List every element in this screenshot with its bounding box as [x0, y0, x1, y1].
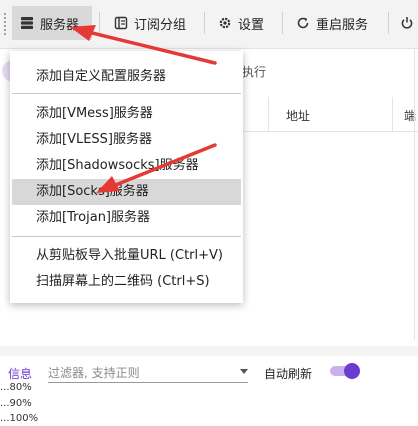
toolbar-grip[interactable]	[3, 12, 7, 36]
subscription-icon	[114, 16, 128, 30]
column-header-address[interactable]: 地址	[286, 107, 310, 124]
log-line: ...80%	[0, 382, 32, 393]
menu-item-add-custom-server[interactable]: 添加自定义配置服务器	[12, 64, 241, 90]
servers-label: 服务器	[40, 17, 80, 33]
restart-service-button[interactable]: 重启服务	[288, 6, 384, 40]
log-line: ...90%	[0, 398, 32, 409]
menu-item-add-shadowsocks[interactable]: 添加[Shadowsocks]服务器	[12, 153, 241, 179]
servers-dropdown-menu: 添加自定义配置服务器 添加[VMess]服务器 添加[VLESS]服务器 添加[…	[10, 51, 243, 303]
menu-item-import-clipboard[interactable]: 从剪贴板导入批量URL (Ctrl+V)	[12, 243, 241, 269]
column-divider[interactable]	[268, 97, 269, 131]
settings-label: 设置	[238, 17, 265, 33]
toolbar: 服务器 订阅分组 设置 重启服务	[0, 0, 418, 49]
auto-refresh-toggle[interactable]	[330, 363, 360, 379]
power-icon	[401, 17, 413, 29]
toolbar-separator	[388, 12, 389, 34]
menu-item-add-socks[interactable]: 添加[Socks]服务器	[12, 179, 241, 205]
menu-separator	[12, 93, 241, 94]
log-line: ...100%	[0, 413, 39, 424]
menu-item-add-vless[interactable]: 添加[VLESS]服务器	[12, 127, 241, 153]
settings-button[interactable]: 设置	[210, 6, 276, 40]
toolbar-separator	[282, 12, 283, 34]
toggle-knob	[344, 363, 360, 379]
info-tab[interactable]: 信息	[8, 365, 32, 382]
refresh-icon	[297, 17, 309, 29]
overflow-icon-button[interactable]	[396, 6, 418, 40]
toolbar-separator	[204, 12, 205, 34]
subscription-label: 订阅分组	[134, 17, 187, 33]
filter-input[interactable]	[48, 363, 228, 383]
auto-refresh-label: 自动刷新	[264, 367, 313, 381]
menu-item-add-vmess[interactable]: 添加[VMess]服务器	[12, 101, 241, 127]
subscription-button[interactable]: 订阅分组	[106, 6, 198, 40]
servers-button[interactable]: 服务器	[12, 6, 92, 40]
panel-splitter[interactable]	[0, 346, 418, 356]
panel-border	[414, 48, 415, 340]
chevron-down-icon[interactable]	[240, 369, 248, 374]
menu-separator	[12, 236, 241, 237]
column-divider[interactable]	[392, 97, 393, 131]
menu-item-scan-qr[interactable]: 扫描屏幕上的二维码 (Ctrl+S)	[12, 269, 241, 295]
menu-item-add-trojan[interactable]: 添加[Trojan]服务器	[12, 205, 241, 231]
server-icon	[21, 17, 33, 29]
toolbar-separator	[99, 12, 100, 34]
filter-combobox[interactable]	[48, 362, 248, 383]
restart-label: 重启服务	[316, 17, 369, 33]
gear-icon	[219, 17, 231, 29]
